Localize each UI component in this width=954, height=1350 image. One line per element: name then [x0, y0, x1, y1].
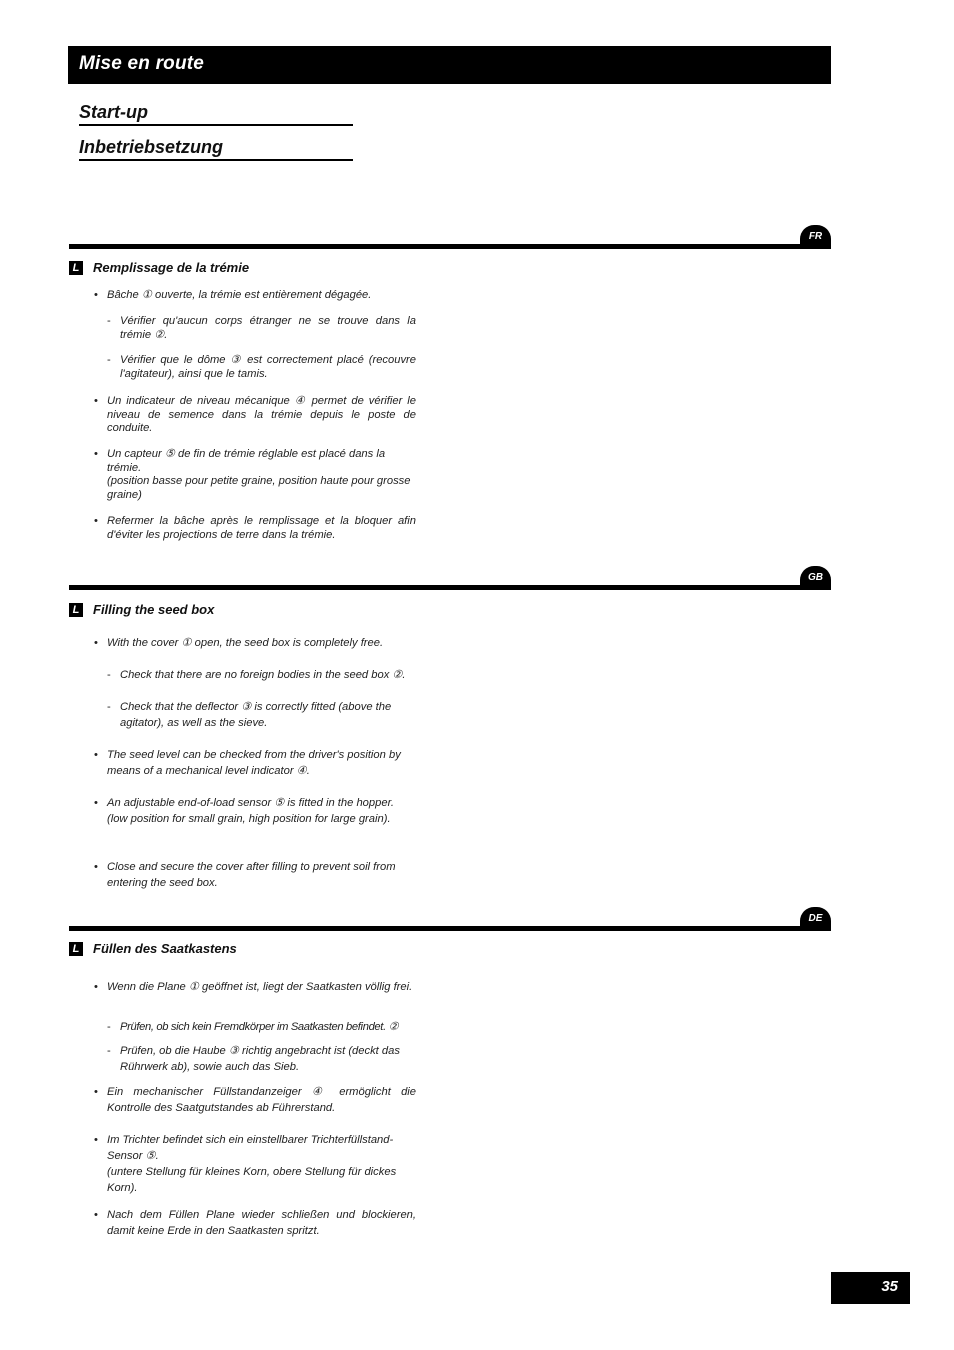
section-divider-gb	[69, 585, 831, 590]
l-section-icon: L	[69, 942, 83, 956]
section-title-de: Füllen des Saatkastens	[93, 941, 237, 956]
list-item: • The seed level can be checked from the…	[94, 749, 401, 777]
page-number-box: 35	[831, 1272, 910, 1304]
bullet-marker: •	[94, 1086, 98, 1098]
list-item: • Close and secure the cover after filli…	[94, 861, 396, 889]
bullet-marker: •	[94, 797, 98, 809]
list-item: • Im Trichter befindet sich ein einstell…	[94, 1134, 397, 1194]
list-item: • Un indicateur de niveau mécanique ④ pe…	[94, 395, 416, 434]
dash-marker: -	[107, 1021, 111, 1033]
list-item: • Nach dem Füllen Plane wieder schließen…	[94, 1209, 416, 1237]
bullet-marker: •	[94, 637, 98, 649]
bullet-marker: •	[94, 1134, 98, 1146]
subtitle-english: Start-up	[79, 101, 353, 126]
chapter-title-bar: Mise en route	[68, 46, 831, 84]
l-section-icon: L	[69, 261, 83, 275]
section-divider-de	[69, 926, 831, 931]
bullet-marker: •	[94, 395, 98, 407]
list-subitem: - Check that the deflector ③ is correctl…	[107, 701, 392, 729]
list-item: • Bâche ① ouverte, la trémie est entière…	[94, 289, 372, 301]
bullet-marker: •	[94, 289, 98, 301]
dash-marker: -	[107, 315, 111, 327]
list-subitem: - Prüfen, ob die Haube ③ richtig angebra…	[107, 1045, 400, 1073]
l-section-icon: L	[69, 603, 83, 617]
list-item: • Ein mechanischer Füllstandanzeiger ④ e…	[94, 1086, 416, 1114]
bullet-marker: •	[94, 981, 98, 993]
subtitle-german: Inbetriebsetzung	[79, 136, 353, 161]
list-item: • Un capteur ⑤ de fin de trémie réglable…	[94, 448, 411, 501]
list-item: • With the cover ① open, the seed box is…	[94, 637, 384, 649]
dash-marker: -	[107, 1045, 111, 1057]
page-number: 35	[881, 1278, 898, 1295]
chapter-title: Mise en route	[79, 53, 205, 74]
list-subitem: - Vérifier que le dôme ③ est correctemen…	[107, 354, 416, 380]
list-item: • Wenn die Plane ① geöffnet ist, liegt d…	[94, 981, 413, 993]
bullet-marker: •	[94, 1209, 98, 1221]
list-subitem: - Prüfen, ob sich kein Fremdkörper im Sa…	[107, 1021, 399, 1033]
list-subitem: - Vérifier qu'aucun corps étranger ne se…	[107, 315, 416, 341]
bullet-marker: •	[94, 515, 98, 527]
dash-marker: -	[107, 669, 111, 681]
section-divider-fr	[69, 244, 831, 249]
bullet-marker: •	[94, 448, 98, 460]
bullet-marker: •	[94, 861, 98, 873]
dash-marker: -	[107, 701, 111, 713]
list-item: • An adjustable end-of-load sensor ⑤ is …	[94, 797, 394, 825]
bullet-marker: •	[94, 749, 98, 761]
section-title-fr: Remplissage de la trémie	[93, 260, 250, 275]
dash-marker: -	[107, 354, 111, 366]
section-title-gb: Filling the seed box	[93, 602, 215, 617]
list-item: • Refermer la bâche après le remplissage…	[94, 515, 416, 541]
list-subitem: - Check that there are no foreign bodies…	[107, 669, 406, 681]
